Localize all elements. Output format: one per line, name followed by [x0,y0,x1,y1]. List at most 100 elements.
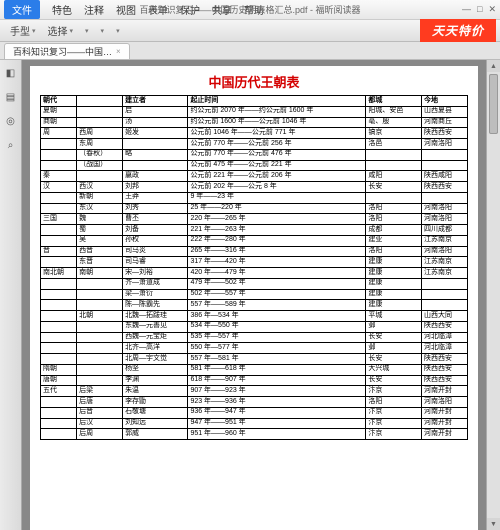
table-row: 东晋司马睿317 年——420 年建康江苏南京 [41,257,468,268]
menu-feature[interactable]: 特色 [52,2,72,17]
cell: 司马睿 [123,257,188,268]
cell: 五代 [41,386,77,397]
cell [41,192,77,203]
cell: 河北临漳 [422,332,468,343]
cell [41,289,77,300]
cell: 汴京 [366,386,422,397]
cell: 建康 [366,268,422,279]
window-title: 百科知识复习——中国历史朝表格汇总.pdf - 福昕阅读器 [139,3,360,16]
cell: 阳城、安邑 [366,106,422,117]
cell: 河南洛阳 [422,397,468,408]
cell: 郭威 [123,429,188,440]
table-row: 唐朝李渊618 年——907 年长安陕西西安 [41,375,468,386]
cell: 邺 [366,343,422,354]
cell: 534 年—550 年 [188,321,366,332]
cell: 北朝 [77,311,123,322]
vertical-scrollbar[interactable]: ▲ ▼ [486,60,500,530]
col-header: 起止时间 [188,96,366,107]
table-row: 新朝王莽9 年——23 年 [41,192,468,203]
table-row: 商朝汤约公元前 1600 年——公元前 1046 年亳、殷河南商丘 [41,117,468,128]
tool-4[interactable]: ▾ [101,27,105,35]
cell: 江苏南京 [422,268,468,279]
cell [77,278,123,289]
cell: 长安 [366,182,422,193]
tab-close-icon[interactable]: × [116,47,121,56]
bookmark-icon[interactable]: ◧ [4,66,18,80]
cell: 刘知远 [123,418,188,429]
cell: 222 年——280 年 [188,235,366,246]
cell [41,332,77,343]
cell: 建业 [366,235,422,246]
cell [77,332,123,343]
cell: 公元前 770 年——公元前 256 年 [188,139,366,150]
cell [41,300,77,311]
cell: 吴 [77,235,123,246]
tool-3[interactable]: ▾ [85,27,89,35]
table-row: 后晋石敬瑭936 年——947 年汴京河南开封 [41,407,468,418]
scroll-thumb[interactable] [489,74,498,134]
cell [41,343,77,354]
cell: 魏 [77,214,123,225]
cell [77,289,123,300]
cell [77,343,123,354]
cell: 汴京 [366,407,422,418]
cell: 河南开封 [422,429,468,440]
cell [422,289,468,300]
pages-icon[interactable]: ▤ [4,90,18,104]
table-row: 夏朝启约公元前 2070 年——约公元前 1600 年阳城、安邑山西夏县 [41,106,468,117]
cell: 新朝 [77,192,123,203]
cell [77,117,123,128]
cell: 550 年—577 年 [188,343,366,354]
tool-hand[interactable]: 手型▾ [10,23,36,38]
search-icon[interactable]: ⌕ [4,138,18,152]
promo-banner[interactable]: 天天特价 [420,19,496,42]
close-button[interactable]: ✕ [488,4,496,15]
cell: 长安 [366,354,422,365]
cell: 557 年——589 年 [188,300,366,311]
menu-annotate[interactable]: 注释 [84,2,104,17]
table-row: 东魏—元善见534 年—550 年邺陕西西安 [41,321,468,332]
cell: 石敬瑭 [123,407,188,418]
cell: 山西夏县 [422,106,468,117]
cell: 公元前 1046 年——公元前 771 年 [188,128,366,139]
menu-view[interactable]: 视图 [116,2,136,17]
tool-5[interactable]: ▾ [116,27,120,35]
table-row: （春秋）略公元前 770 年——公元前 476 年 [41,149,468,160]
cell: 西魏—元宝炬 [123,332,188,343]
scroll-up-icon[interactable]: ▲ [487,60,500,72]
cell [422,149,468,160]
cell [77,354,123,365]
table-row: 东汉刘秀25 年——220 年洛阳河南洛阳 [41,203,468,214]
table-row: 周西周姬发公元前 1046 年——公元前 771 年镐京陕西西安 [41,128,468,139]
cell: 亳、殷 [366,117,422,128]
cell: 公元前 475 年——公元前 221 年 [188,160,366,171]
table-row: 后唐李存勖923 年——936 年洛阳河南洛阳 [41,397,468,408]
tool-select[interactable]: 选择▾ [48,23,74,38]
cell: 汉 [41,182,77,193]
cell: 启 [123,106,188,117]
cell [77,171,123,182]
file-menu-button[interactable]: 文件 [4,0,40,19]
cell [41,321,77,332]
minimize-button[interactable]: — [462,4,471,15]
cell: 东汉 [77,203,123,214]
cell: 317 年——420 年 [188,257,366,268]
cell: 陕西西安 [422,182,468,193]
document-tab[interactable]: 百科知识复习——中国… × [4,43,130,59]
cell: 四川成都 [422,225,468,236]
table-row: 齐—萧道成479 年——502 年建康 [41,278,468,289]
cell: 河南开封 [422,407,468,418]
table-row: 晋西晋司马炎265 年——316 年洛阳河南洛阳 [41,246,468,257]
cell: 河南商丘 [422,117,468,128]
col-header: 今地 [422,96,468,107]
toolbar: 手型▾ 选择▾ ▾ ▾ ▾ 天天特价 [0,20,500,42]
cell: 朱温 [123,386,188,397]
col-header: 朝代 [41,96,77,107]
layers-icon[interactable]: ◎ [4,114,18,128]
cell: 951 年——960 年 [188,429,366,440]
scroll-down-icon[interactable]: ▼ [487,518,500,530]
cell: 东晋 [77,257,123,268]
cell [41,397,77,408]
maximize-button[interactable]: □ [477,4,482,15]
cell: 洛阳 [366,246,422,257]
